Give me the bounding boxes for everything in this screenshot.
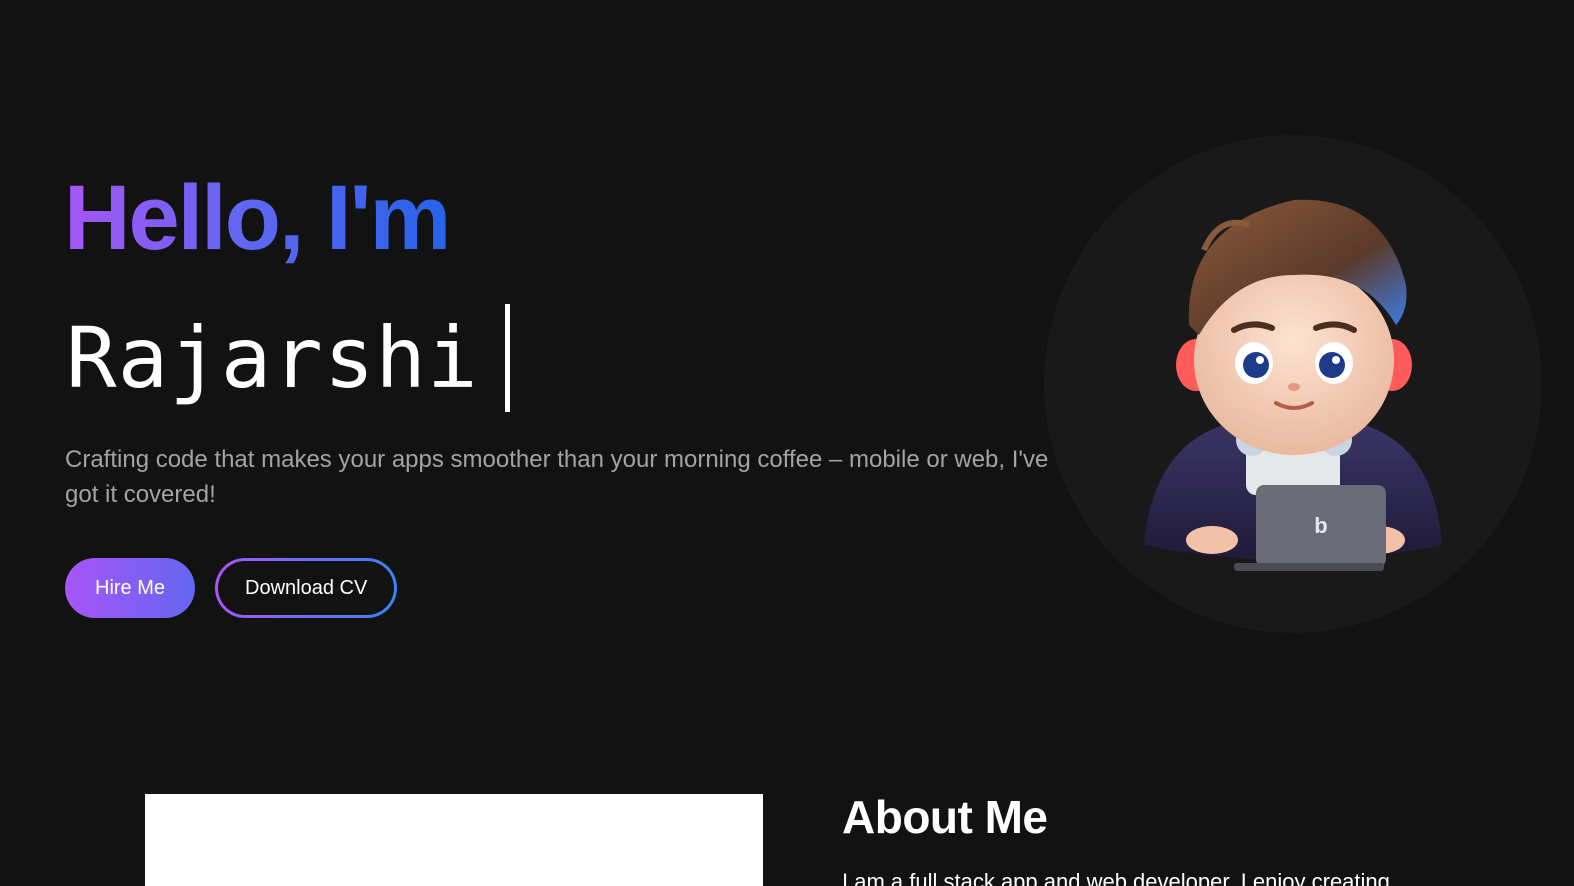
hire-me-button[interactable]: Hire Me <box>65 558 196 618</box>
hero-greeting: Hello, I'm <box>64 167 451 269</box>
about-text: I am a full stack app and web developer.… <box>842 869 1390 886</box>
hero-tagline: Crafting code that makes your apps smoot… <box>65 446 1049 508</box>
portfolio-page: Hello, I'm Rajarshi Crafting code that m… <box>0 0 1574 886</box>
laptop-logo: b <box>1314 513 1327 538</box>
developer-avatar-icon: b <box>1144 199 1442 571</box>
about-title: About Me <box>842 791 1048 843</box>
download-cv-button[interactable]: Download CV <box>218 561 395 615</box>
typing-cursor <box>504 304 510 412</box>
download-cv-button-border: Download CV <box>215 558 398 618</box>
typed-name: Rajarshi <box>66 309 479 407</box>
hero-buttons: Hire Me Download CV <box>65 558 398 618</box>
avatar-frame: b <box>1044 135 1542 633</box>
about-image <box>145 794 763 886</box>
typed-name-line: Rajarshi <box>66 302 510 414</box>
